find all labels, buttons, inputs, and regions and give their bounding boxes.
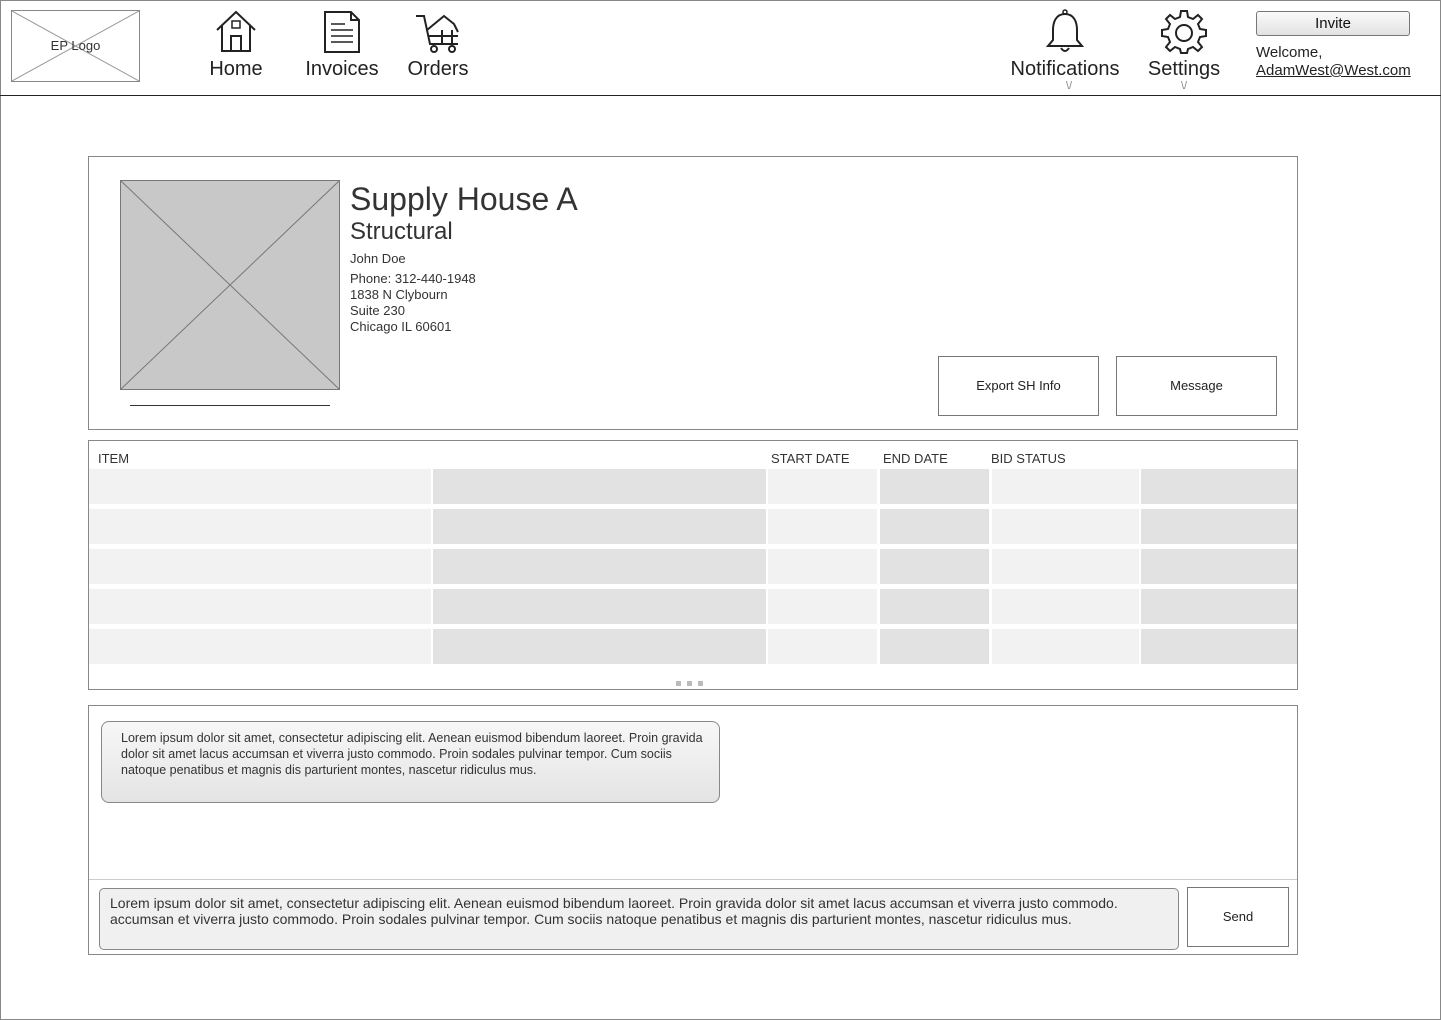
table-cell xyxy=(433,629,766,664)
supply-house-profile-card: Supply House A Structural John Doe Phone… xyxy=(88,156,1298,430)
table-cell xyxy=(89,469,431,504)
welcome-text: Welcome, xyxy=(1256,44,1323,61)
table-cell xyxy=(89,509,431,544)
invite-button[interactable]: Invite xyxy=(1256,11,1410,36)
bids-table: ITEM START DATE END DATE BID STATUS xyxy=(88,440,1298,690)
bell-icon xyxy=(1045,9,1085,52)
table-cell xyxy=(1141,469,1297,504)
table-cell xyxy=(433,469,766,504)
table-cell xyxy=(1141,629,1297,664)
settings-label: Settings xyxy=(1147,58,1221,80)
ep-logo[interactable]: EP Logo xyxy=(11,10,140,82)
address-line-2: Suite 230 xyxy=(350,303,405,318)
table-cell xyxy=(880,509,989,544)
table-row[interactable] xyxy=(89,589,1297,624)
table-cell xyxy=(1141,509,1297,544)
contact-phone: Phone: 312-440-1948 xyxy=(350,271,476,286)
gear-icon xyxy=(1161,10,1207,54)
message-thread: Lorem ipsum dolor sit amet, consectetur … xyxy=(88,705,1298,955)
table-cell xyxy=(992,469,1139,504)
address-line-1: 1838 N Clybourn xyxy=(350,287,448,302)
message-bubble: Lorem ipsum dolor sit amet, consectetur … xyxy=(101,721,720,803)
nav-invoices[interactable]: Invoices xyxy=(302,8,382,81)
image-placeholder-icon xyxy=(121,181,339,389)
profile-photo[interactable] xyxy=(120,180,340,390)
table-cell xyxy=(992,509,1139,544)
nav-orders-label: Orders xyxy=(407,58,469,80)
nav-home-label: Home xyxy=(209,58,263,80)
table-cell xyxy=(433,549,766,584)
table-cell xyxy=(880,469,989,504)
table-row[interactable] xyxy=(89,509,1297,544)
logo-text: EP Logo xyxy=(50,38,101,53)
cart-icon xyxy=(416,14,459,53)
table-cell xyxy=(433,589,766,624)
supply-house-name: Supply House A xyxy=(350,181,578,217)
table-cell xyxy=(768,589,877,624)
table-row[interactable] xyxy=(89,469,1297,504)
invoice-icon xyxy=(324,11,360,53)
send-button[interactable]: Send xyxy=(1187,887,1289,947)
chevron-down-icon[interactable]: \/ xyxy=(1066,80,1072,92)
table-cell xyxy=(433,509,766,544)
nav-home[interactable]: Home xyxy=(206,8,266,81)
table-cell xyxy=(880,589,989,624)
table-cell xyxy=(89,629,431,664)
supply-house-category: Structural xyxy=(350,218,453,245)
column-header-end-date[interactable]: END DATE xyxy=(883,451,948,466)
table-cell xyxy=(992,629,1139,664)
table-cell xyxy=(880,549,989,584)
table-cell xyxy=(768,509,877,544)
export-sh-info-button[interactable]: Export SH Info xyxy=(938,356,1099,416)
table-cell xyxy=(1141,549,1297,584)
column-header-bid-status[interactable]: BID STATUS xyxy=(991,451,1066,466)
column-header-start-date[interactable]: START DATE xyxy=(771,451,850,466)
table-cell xyxy=(89,549,431,584)
table-cell xyxy=(1141,589,1297,624)
message-compose-input[interactable]: Lorem ipsum dolor sit amet, consectetur … xyxy=(99,888,1179,950)
table-cell xyxy=(768,549,877,584)
home-icon xyxy=(216,10,256,52)
table-cell xyxy=(992,549,1139,584)
notifications-button[interactable]: Notifications xyxy=(1008,8,1122,81)
settings-button[interactable]: Settings xyxy=(1144,8,1224,81)
table-cell xyxy=(880,629,989,664)
photo-caption-line xyxy=(130,405,330,406)
top-navigation-bar: EP Logo Home Invoices Orders Notificatio… xyxy=(0,0,1441,96)
table-cell xyxy=(768,469,877,504)
table-cell xyxy=(89,589,431,624)
table-row[interactable] xyxy=(89,549,1297,584)
column-header-item[interactable]: ITEM xyxy=(98,451,129,466)
more-rows-icon[interactable] xyxy=(676,673,710,686)
address-line-3: Chicago IL 60601 xyxy=(350,319,452,334)
nav-orders[interactable]: Orders xyxy=(403,8,473,81)
nav-invoices-label: Invoices xyxy=(305,58,379,80)
user-email-link[interactable]: AdamWest@West.com xyxy=(1256,62,1411,79)
notifications-label: Notifications xyxy=(1010,58,1120,80)
chat-divider xyxy=(89,879,1297,880)
table-row[interactable] xyxy=(89,629,1297,664)
contact-name: John Doe xyxy=(350,251,406,266)
message-button[interactable]: Message xyxy=(1116,356,1277,416)
chevron-down-icon[interactable]: \/ xyxy=(1181,80,1187,92)
table-cell xyxy=(768,629,877,664)
table-cell xyxy=(992,589,1139,624)
